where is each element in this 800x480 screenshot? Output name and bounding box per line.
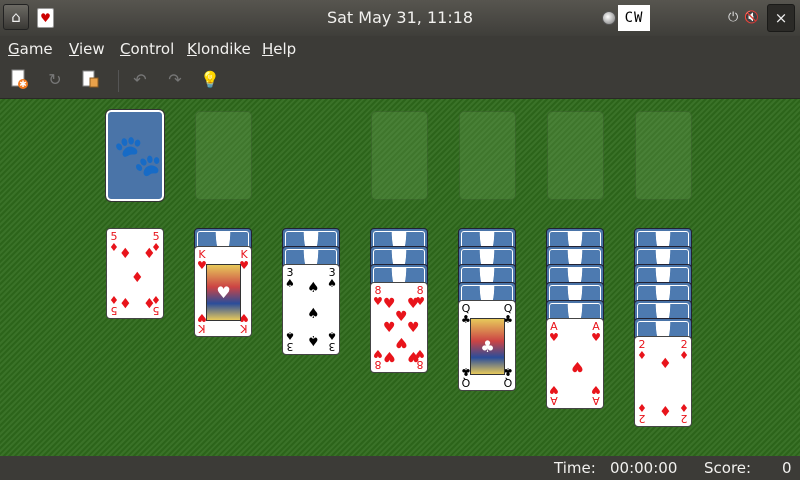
card-corner-index: 3 ♠: [327, 329, 337, 353]
volume-muted-icon[interactable]: 🔇: [744, 10, 760, 26]
card-corner-index: A ♥: [549, 383, 559, 407]
deal-icon[interactable]: [78, 68, 104, 94]
card-corner-index: 5 ♦: [109, 293, 119, 317]
card-corner-index: 3 ♠: [285, 329, 295, 353]
card-corner-index: 2 ♦: [637, 338, 647, 362]
suit-pip: ♦: [143, 294, 156, 310]
redo-icon[interactable]: ↷: [162, 68, 188, 94]
suit-pip: ♥: [407, 348, 420, 364]
hint-icon[interactable]: 💡: [197, 68, 223, 94]
suit-pip: ♦: [659, 356, 672, 372]
suit-pip: ♦: [131, 270, 144, 286]
undo-icon[interactable]: ↶: [127, 68, 153, 94]
card-corner-index: A ♥: [591, 383, 601, 407]
card-corner-index: 8 ♥: [373, 347, 383, 371]
court-figure: ♣: [470, 318, 505, 375]
toolbar: ✱ ↻ ↶ ↷ 💡: [0, 62, 800, 99]
restart-icon[interactable]: ↻: [42, 68, 68, 94]
suit-pip: ♦: [119, 246, 132, 262]
close-button[interactable]: ×: [767, 4, 795, 32]
suit-pip: ♥: [383, 320, 396, 336]
foundation-1[interactable]: [371, 111, 428, 200]
time-label: Time:: [554, 459, 596, 477]
time-value: 00:00:00: [610, 459, 678, 477]
card-5-♦[interactable]: 5 ♦ 5 ♦ 5 ♦ 5 ♦ ♦ ♦ ♦ ♦ ♦: [106, 228, 164, 319]
waste-pile[interactable]: [195, 111, 252, 200]
suit-pip: ♥: [407, 320, 420, 336]
card-3-♠[interactable]: 3 ♠ 3 ♠ 3 ♠ 3 ♠ ♠ ♠ ♠: [282, 264, 340, 355]
top-panel: ⌂ ♥ Sat May 31, 11:18 CW ⏻ 🔇 ×: [0, 0, 800, 36]
clock[interactable]: Sat May 31, 11:18: [0, 8, 800, 27]
svg-text:✱: ✱: [19, 80, 27, 90]
foundation-2[interactable]: [459, 111, 516, 200]
card-Q-♣[interactable]: Q ♣ Q ♣ Q ♣ Q ♣ ♣: [458, 300, 516, 391]
suit-pip: ♥: [395, 309, 408, 325]
foundation-4[interactable]: [635, 111, 692, 200]
card-K-♥[interactable]: K ♥ K ♥ K ♥ K ♥ ♥: [194, 246, 252, 337]
stock-pile[interactable]: 🐾: [105, 109, 165, 202]
menu-bar: Game View Control Klondike Help: [0, 36, 800, 62]
card-corner-index: 3 ♠: [327, 266, 337, 290]
disc-icon[interactable]: [602, 11, 616, 25]
card-corner-index: 8 ♥: [373, 284, 383, 308]
suit-pip: ♥: [383, 348, 396, 364]
score-value: 0: [782, 459, 792, 477]
suit-pip: ♥: [571, 358, 584, 374]
toolbar-separator: [118, 70, 119, 92]
new-game-icon[interactable]: ✱: [6, 68, 32, 94]
menu-help[interactable]: Help: [262, 40, 296, 58]
card-2-♦[interactable]: 2 ♦ 2 ♦ 2 ♦ 2 ♦ ♦ ♦: [634, 336, 692, 427]
card-corner-index: 3 ♠: [285, 266, 295, 290]
suit-pip: ♥: [383, 296, 396, 312]
keyboard-indicator[interactable]: CW: [618, 5, 650, 31]
suit-pip: ♦: [143, 246, 156, 262]
suit-pip: ♠: [307, 306, 320, 322]
suit-pip: ♥: [395, 334, 408, 350]
gnome-foot-icon: 🐾: [113, 133, 163, 179]
card-corner-index: 5 ♦: [109, 230, 119, 254]
suit-pip: ♠: [307, 332, 320, 348]
court-figure: ♥: [206, 264, 241, 321]
suit-pip: ♥: [407, 296, 420, 312]
card-A-♥[interactable]: A ♥ A ♥ A ♥ A ♥ ♥: [546, 318, 604, 409]
card-corner-index: A ♥: [591, 320, 601, 344]
suit-pip: ♠: [307, 280, 320, 296]
card-8-♥[interactable]: 8 ♥ 8 ♥ 8 ♥ 8 ♥ ♥ ♥ ♥ ♥ ♥ ♥ ♥ ♥: [370, 282, 428, 373]
menu-view[interactable]: View: [69, 40, 105, 58]
menu-game[interactable]: Game: [8, 40, 53, 58]
menu-control[interactable]: Control: [120, 40, 174, 58]
score-label: Score:: [704, 459, 752, 477]
suit-pip: ♦: [119, 294, 132, 310]
card-corner-index: 2 ♦: [679, 401, 689, 425]
menu-klondike[interactable]: Klondike: [187, 40, 251, 58]
card-corner-index: A ♥: [549, 320, 559, 344]
power-icon[interactable]: ⏻: [728, 10, 742, 26]
suit-pip: ♦: [659, 402, 672, 418]
card-corner-index: 2 ♦: [679, 338, 689, 362]
status-bar: Time: 00:00:00 Score: 0: [0, 456, 800, 480]
foundation-3[interactable]: [547, 111, 604, 200]
card-corner-index: 2 ♦: [637, 401, 647, 425]
